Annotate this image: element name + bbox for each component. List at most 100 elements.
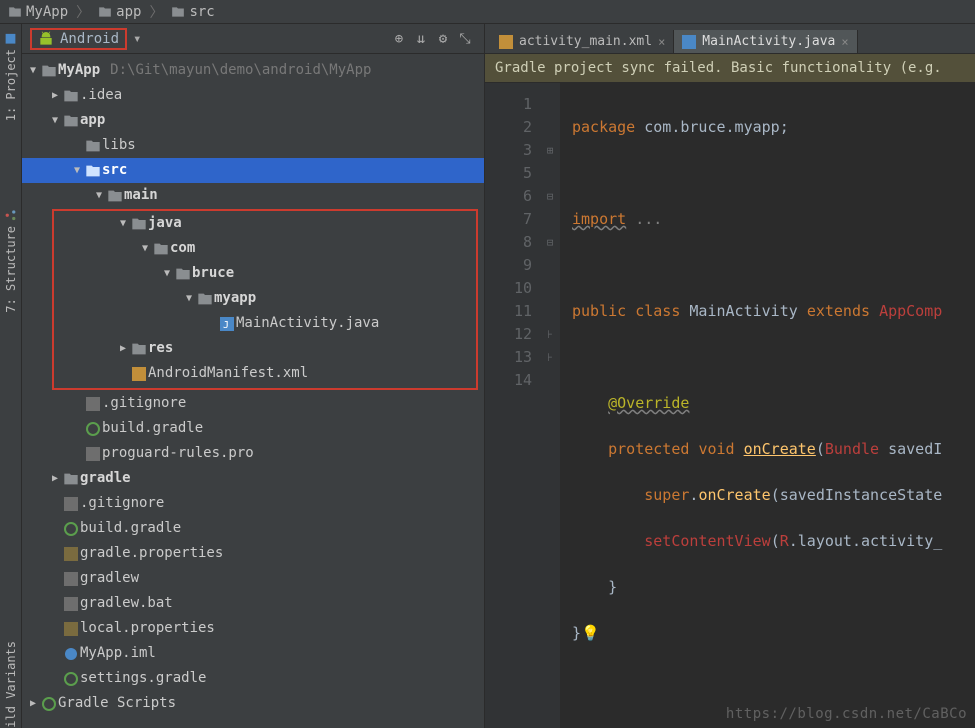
chevron-down-icon: ▼ [26,58,40,83]
chevron-right-icon: ▶ [48,466,62,491]
tree-node-file[interactable]: build.gradle [22,416,484,441]
tree-node-file[interactable]: build.gradle [22,516,484,541]
tree-label: MyApp.iml [80,641,156,666]
project-tree[interactable]: ▼ MyApp D:\Git\mayun\demo\android\MyApp … [22,54,484,728]
tree-label: app [80,108,105,133]
chevron-down-icon[interactable]: ▾ [133,31,141,47]
folder-icon [130,341,148,357]
sync-failed-banner[interactable]: Gradle project sync failed. Basic functi… [485,54,975,83]
tree-node[interactable]: ▼ app [22,108,484,133]
tree-node-file[interactable]: settings.gradle [22,666,484,691]
tree-label: gradle [80,466,131,491]
project-view-selector[interactable]: Android [30,28,127,50]
tree-node-file[interactable]: AndroidManifest.xml [54,361,476,386]
tree-node[interactable]: ▶ gradle [22,466,484,491]
tree-node-file[interactable]: J MainActivity.java [54,311,476,336]
tree-label: MainActivity.java [236,311,379,336]
close-icon[interactable]: × [841,35,848,49]
tree-node[interactable]: ▼ main [22,183,484,208]
folder-icon [62,113,80,129]
properties-file-icon [62,547,80,561]
editor-tab-active[interactable]: MainActivity.java × [674,30,857,53]
folder-icon [174,266,192,282]
tree-node[interactable]: ▼ com [54,236,476,261]
tool-window-bar-left: 1: Project 7: Structure ild Variants [0,24,22,728]
java-file-icon: J [218,317,236,331]
tree-label: libs [102,133,136,158]
tree-node-root[interactable]: ▼ MyApp D:\Git\mayun\demo\android\MyApp [22,58,484,83]
editor-tab[interactable]: activity_main.xml × [491,30,674,53]
chevron-right-icon: ▶ [48,83,62,108]
chevron-right-icon: ▶ [26,691,40,716]
iml-file-icon [62,647,80,661]
tree-node-file[interactable]: gradlew.bat [22,591,484,616]
code-content[interactable]: package com.bruce.myapp; import ... publ… [560,83,975,728]
gradle-icon [84,422,102,436]
tab-structure[interactable]: 7: Structure [4,209,18,313]
tab-build-variants[interactable]: ild Variants [4,641,18,728]
tab-label: 1: Project [4,49,18,121]
chevron-down-icon: ▼ [160,261,174,286]
intention-bulb-icon[interactable]: 💡 [581,624,600,642]
folder-icon [84,163,102,179]
breadcrumb-item[interactable]: app [94,4,145,20]
breadcrumb: MyApp 〉 app 〉 src [0,0,975,24]
project-panel-header: Android ▾ ⊕ ⇊ ⚙ ⤡ [22,24,484,54]
folder-icon [40,63,58,79]
breadcrumb-label: src [189,4,214,20]
chevron-down-icon: ▼ [116,211,130,236]
tree-node-file[interactable]: .gitignore [22,491,484,516]
editor-tabs: activity_main.xml × MainActivity.java × [485,24,975,54]
collapse-all-button[interactable]: ⇊ [410,28,432,50]
tree-node[interactable]: libs [22,133,484,158]
locate-button[interactable]: ⊕ [388,28,410,50]
properties-file-icon [62,622,80,636]
tree-node-file[interactable]: gradle.properties [22,541,484,566]
tree-label: gradlew.bat [80,591,173,616]
folder-icon [62,471,80,487]
file-icon [84,397,102,411]
folder-icon [106,188,124,204]
close-icon[interactable]: × [658,35,665,49]
hide-panel-button[interactable]: ⤡ [454,28,476,50]
tree-label: gradlew [80,566,139,591]
chevron-down-icon: ▼ [92,183,106,208]
project-panel: Android ▾ ⊕ ⇊ ⚙ ⤡ ▼ MyApp D:\Git\mayun\d… [22,24,485,728]
tree-node[interactable]: ▼ myapp [54,286,476,311]
android-icon [38,31,54,47]
tab-project[interactable]: 1: Project [4,32,18,121]
tree-node[interactable]: ▶ res [54,336,476,361]
breadcrumb-label: app [116,4,141,20]
chevron-down-icon: ▼ [48,108,62,133]
tree-label: gradle.properties [80,541,223,566]
file-icon [62,497,80,511]
tree-label: local.properties [80,616,215,641]
java-file-icon [682,35,696,49]
tree-node-file[interactable]: gradlew [22,566,484,591]
code-editor[interactable]: 1 2 3 5 6 7 8 9 10 11 12 13 14 ⊞⊟⊟⊦⊦ pac… [485,83,975,728]
tree-node[interactable]: ▶ Gradle Scripts [22,691,484,716]
tree-node[interactable]: ▼ bruce [54,261,476,286]
tree-node[interactable]: ▶ .idea [22,83,484,108]
breadcrumb-item[interactable]: src [167,4,218,20]
tree-label: res [148,336,173,361]
breadcrumb-item[interactable]: MyApp [4,4,72,20]
tree-label: bruce [192,261,234,286]
folder-icon [196,291,214,307]
tree-node-file[interactable]: MyApp.iml [22,641,484,666]
tree-node-file[interactable]: proguard-rules.pro [22,441,484,466]
tree-node-file[interactable]: .gitignore [22,391,484,416]
tree-node-file[interactable]: local.properties [22,616,484,641]
tree-label: Gradle Scripts [58,691,176,716]
gradle-icon [40,697,58,711]
tree-label: .gitignore [102,391,186,416]
tree-label: AndroidManifest.xml [148,361,308,386]
editor-area: activity_main.xml × MainActivity.java × … [485,24,975,728]
tree-node-selected[interactable]: ▼ src [22,158,484,183]
tree-label: main [124,183,158,208]
gear-icon[interactable]: ⚙ [432,28,454,50]
tree-label: com [170,236,195,261]
chevron-down-icon: ▼ [182,286,196,311]
tree-node[interactable]: ▼ java [54,211,476,236]
project-icon [4,32,17,45]
